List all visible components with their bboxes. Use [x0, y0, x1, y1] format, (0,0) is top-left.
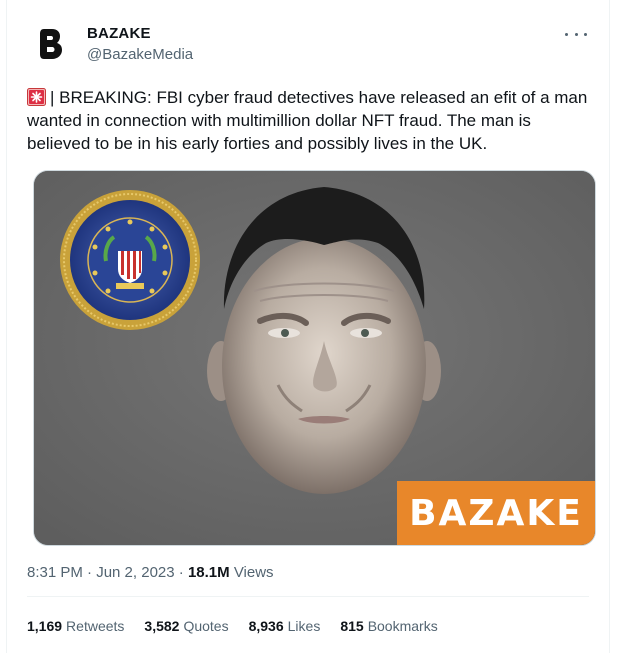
divider — [27, 596, 589, 597]
views-count[interactable]: 18.1M — [188, 564, 230, 581]
brand-watermark-text: BAZAKE — [409, 492, 583, 534]
stat-number: 815 — [340, 618, 364, 634]
police-siren-icon — [27, 88, 46, 106]
stat-bookmarks[interactable]: 815 Bookmarks — [340, 617, 437, 635]
tweet-card: BAZAKE @BazakeMedia | BREAKING: FBI cybe… — [6, 0, 610, 653]
stat-number: 3,582 — [144, 618, 180, 634]
fbi-seal-icon — [60, 190, 200, 330]
stat-label: Retweets — [66, 618, 125, 634]
meta-separator: · — [174, 564, 188, 581]
tweet-header: BAZAKE @BazakeMedia — [27, 16, 591, 70]
tweet-body: | BREAKING: FBI cyber fraud detectives h… — [27, 88, 588, 153]
engagement-stats: 1,169 Retweets 3,582 Quotes 8,936 Likes 815… — [27, 617, 438, 635]
stat-likes[interactable]: 8,936 Likes — [249, 617, 321, 635]
stat-label: Quotes — [183, 618, 229, 634]
tweet-meta: 8:31 PM · Jun 2, 2023 · 18.1M Views — [27, 563, 274, 583]
account-handle[interactable]: @BazakeMedia — [87, 45, 193, 65]
tweet-text: | BREAKING: FBI cyber fraud detectives h… — [27, 86, 597, 155]
stat-number: 8,936 — [248, 618, 284, 634]
bazake-b-logo-icon — [40, 29, 62, 59]
display-name[interactable]: BAZAKE — [87, 24, 193, 44]
tweet-media-image[interactable]: BAZAKE — [33, 170, 596, 546]
account-names: BAZAKE @BazakeMedia — [87, 24, 193, 65]
views-label: Views — [233, 564, 274, 581]
stat-number: 1,169 — [27, 618, 63, 634]
stat-label: Likes — [287, 618, 321, 634]
stat-label: Bookmarks — [367, 618, 438, 634]
avatar[interactable] — [27, 20, 75, 68]
timestamp[interactable]: 8:31 PM · Jun 2, 2023 — [27, 564, 175, 581]
bazake-watermark: BAZAKE — [397, 481, 595, 545]
more-dots-icon[interactable] — [565, 26, 587, 42]
stat-retweets[interactable]: 1,169 Retweets — [27, 617, 124, 635]
stat-quotes[interactable]: 3,582 Quotes — [144, 617, 228, 635]
